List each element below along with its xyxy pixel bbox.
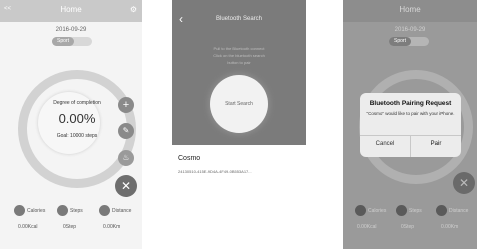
- page-title: Bluetooth Search: [215, 16, 263, 22]
- calories-icon: [14, 205, 25, 216]
- stat-distance-value: 0.00Km: [103, 224, 121, 230]
- stat-calories-value: 0.00Kcal: [357, 224, 377, 230]
- hint-line-3: button to pair: [227, 60, 251, 65]
- hint-line-1: Pull to the Bluetooth connect: [213, 46, 265, 51]
- mode-toggle[interactable]: Sport: [52, 37, 92, 46]
- stat-distance-label: Distance: [449, 208, 469, 214]
- gear-icon[interactable]: ⚙: [130, 5, 137, 14]
- stat-steps-label: Steps: [70, 208, 83, 214]
- dialog-title: Bluetooth Pairing Request: [369, 100, 452, 107]
- stat-distance-label: Distance: [112, 208, 132, 214]
- hint-line-2: Click on the bluetooth search: [213, 53, 265, 58]
- bluetooth-search-screen: ‹ Bluetooth Search Pull to the Bluetooth…: [172, 0, 306, 145]
- pairing-screen: Home 2016-09-29 Sport ✕ Bluetooth Pairin…: [343, 0, 477, 249]
- close-icon[interactable]: ✕: [115, 175, 137, 197]
- stat-calories-value: 0.00Kcal: [18, 224, 38, 230]
- flame-icon[interactable]: ♨: [118, 150, 134, 166]
- stat-steps-value: 0Step: [63, 224, 77, 230]
- stat-calories-label: Calories: [27, 208, 46, 214]
- device-name[interactable]: Cosmo: [178, 155, 200, 162]
- cancel-button[interactable]: Cancel: [360, 141, 410, 147]
- device-list: Cosmo 24130510-415E-9D4A-4F49-0B553A17..…: [172, 145, 306, 185]
- calories-icon: [355, 205, 366, 216]
- stat-calories-label: Calories: [368, 208, 387, 214]
- steps-icon: [57, 205, 68, 216]
- start-search-button[interactable]: Start Search: [210, 75, 268, 133]
- pencil-icon[interactable]: ✎: [118, 123, 134, 139]
- toggle-label: Sport: [52, 37, 74, 46]
- dialog-message: "Cosmo" would like to pair with your iPh…: [366, 111, 455, 116]
- home-screen: << Home ⚙ 2016-09-29 Sport Degree of com…: [0, 0, 142, 249]
- percent-value: 0.00%: [58, 111, 96, 126]
- date-label: 2016-09-29: [394, 27, 426, 33]
- stat-steps-value: 0Step: [401, 224, 415, 230]
- toggle-label: Sport: [389, 37, 411, 46]
- nav-bar: << Home ⚙: [0, 0, 142, 22]
- pairing-dialog: Bluetooth Pairing Request "Cosmo" would …: [360, 93, 461, 157]
- mode-toggle: Sport: [389, 37, 429, 46]
- distance-icon: [99, 205, 110, 216]
- stat-steps-label: Steps: [409, 208, 422, 214]
- plus-icon[interactable]: +: [118, 97, 134, 113]
- date-label: 2016-09-29: [55, 27, 87, 33]
- distance-icon: [436, 205, 447, 216]
- page-title: Home: [60, 5, 82, 14]
- pair-button[interactable]: Pair: [411, 141, 461, 147]
- stat-distance-value: 0.00Km: [441, 224, 459, 230]
- steps-icon: [396, 205, 407, 216]
- close-icon: ✕: [453, 172, 475, 194]
- page-title: Home: [399, 5, 421, 14]
- device-uuid: 24130510-415E-9D4A-4F49-0B553A17...: [178, 169, 252, 174]
